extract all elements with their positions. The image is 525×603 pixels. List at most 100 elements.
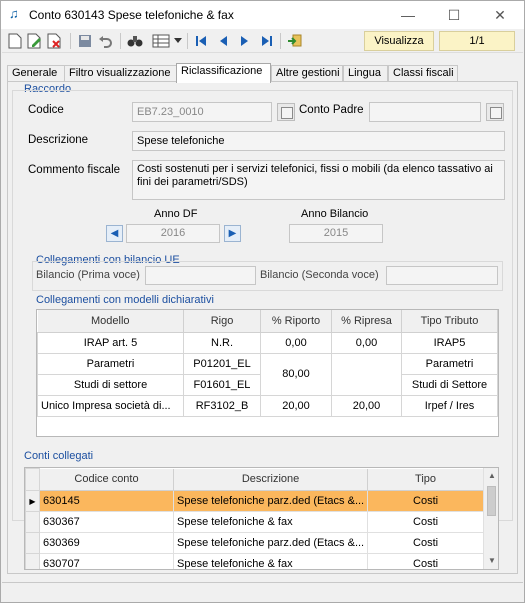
scroll-down-icon[interactable]: ▼ [484,553,498,569]
col-ripresa[interactable]: % Ripresa [331,310,402,333]
conto-padre-lookup-button[interactable] [486,103,504,121]
cell-codice-conto[interactable]: 630145 [39,490,174,512]
conti-header-row: Codice conto Descrizione Tipo [25,468,484,491]
cell-modello[interactable]: Unico Impresa società di... [37,394,184,417]
row-indicator [25,511,40,533]
cell-tipo-tributo[interactable]: Irpef / Ires [401,394,498,417]
anno-df-prev-button[interactable]: ◀ [106,225,123,242]
tab-generale[interactable]: Generale [7,65,65,82]
cell-descrizione[interactable]: Spese telefoniche & fax [172,511,369,533]
anno-bilancio-label: Anno Bilancio [301,208,369,220]
table-row[interactable]: IRAP art. 5 N.R. 0,00 0,00 IRAP5 [37,331,498,354]
chevron-down-icon[interactable] [173,32,183,50]
bilancio-seconda-field[interactable] [386,266,498,285]
col-rigo[interactable]: Rigo [183,310,261,333]
save-icon[interactable] [76,32,94,50]
tab-filtro-visualizzazione[interactable]: Filtro visualizzazione [64,65,177,82]
bilancio-prima-field[interactable] [145,266,256,285]
edit-document-icon[interactable] [26,32,44,50]
minimize-button[interactable]: — [385,3,431,27]
next-record-icon[interactable] [236,32,254,50]
cell-tipo-tributo[interactable]: Studi di Settore [401,373,498,396]
anno-df-next-button[interactable]: ▶ [224,225,241,242]
cell-riporto[interactable]: 20,00 [260,394,332,417]
table-row[interactable]: 630367 Spese telefoniche & fax Costi [25,511,484,533]
cell-ripresa[interactable]: 0,00 [331,331,402,354]
table-row[interactable]: Unico Impresa società di... RF3102_B 20,… [37,394,498,417]
toolbar-separator [70,33,71,49]
codice-field[interactable]: EB7.23_0010 [132,102,272,122]
anno-df-label: Anno DF [154,208,198,220]
cell-rigo[interactable]: N.R. [183,331,261,354]
row-indicator-header [25,468,40,491]
cell-codice-conto[interactable]: 630367 [39,511,174,533]
commento-fiscale-label: Commento fiscale [28,164,121,176]
table-row[interactable]: 630707 Spese telefoniche & fax Costi [25,553,484,569]
cell-riporto[interactable]: 0,00 [260,331,332,354]
grid-view-icon[interactable] [150,32,172,50]
col-tipo-tributo[interactable]: Tipo Tributo [401,310,498,333]
undo-icon[interactable] [96,32,114,50]
tab-riclassificazione[interactable]: Riclassificazione [176,63,271,83]
table-row[interactable]: 630369 Spese telefoniche parz.ded (Etacs… [25,532,484,554]
cell-descrizione[interactable]: Spese telefoniche parz.ded (Etacs &... [172,490,369,512]
conti-scrollbar[interactable]: ▲ ▼ [483,468,498,569]
first-record-icon[interactable] [192,32,210,50]
tab-altre-gestioni[interactable]: Altre gestioni [271,65,343,82]
cell-ripresa[interactable] [331,352,402,396]
cell-modello[interactable]: IRAP art. 5 [37,331,184,354]
maximize-button[interactable]: ☐ [431,3,477,27]
close-button[interactable]: ✕ [477,3,523,27]
toolbar: Visualizza 1/1 [2,29,523,53]
codice-label: Codice [28,104,64,116]
col-codice-conto[interactable]: Codice conto [39,468,174,491]
cell-codice-conto[interactable]: 630369 [39,532,174,554]
cell-rigo[interactable]: RF3102_B [183,394,261,417]
cell-ripresa[interactable]: 20,00 [331,394,402,417]
commento-fiscale-field[interactable]: Costi sostenuti per i servizi telefonici… [132,160,505,200]
cell-modello[interactable]: Parametri [37,352,184,375]
toolbar-separator [120,33,121,49]
cell-riporto[interactable]: 80,00 [260,352,332,396]
title-bar: ♫ Conto 630143 Spese telefoniche & fax —… [1,1,524,29]
cell-tipo[interactable]: Costi [367,532,484,554]
row-selected-indicator-icon: ▶ [25,490,40,512]
delete-document-icon[interactable] [46,32,64,50]
cell-rigo[interactable]: P01201_EL [183,352,261,375]
scroll-thumb[interactable] [487,486,496,516]
cell-tipo[interactable]: Costi [367,553,484,569]
cell-modello[interactable]: Studi di settore [37,373,184,396]
row-indicator [25,553,40,569]
last-record-icon[interactable] [258,32,276,50]
col-tipo[interactable]: Tipo [367,468,484,491]
cell-tipo-tributo[interactable]: IRAP5 [401,331,498,354]
conto-padre-field[interactable] [369,102,481,122]
export-icon[interactable] [286,32,304,50]
cell-tipo-tributo[interactable]: Parametri [401,352,498,375]
table-row-selected[interactable]: ▶ 630145 Spese telefoniche parz.ded (Eta… [25,490,484,512]
cell-codice-conto[interactable]: 630707 [39,553,174,569]
col-modello[interactable]: Modello [37,310,184,333]
music-note-icon: ♫ [9,6,19,21]
previous-record-icon[interactable] [214,32,232,50]
col-descrizione[interactable]: Descrizione [173,468,369,491]
codice-lookup-button[interactable] [277,103,295,121]
anno-bilancio-field[interactable]: 2015 [289,224,383,243]
cell-tipo[interactable]: Costi [367,490,484,512]
bilancio-seconda-label: Bilancio (Seconda voce) [260,269,379,281]
new-document-icon[interactable] [6,32,24,50]
table-row[interactable]: Parametri P01201_EL 80,00 Parametri [37,352,498,396]
scroll-up-icon[interactable]: ▲ [484,468,498,484]
tab-classi-fiscali[interactable]: Classi fiscali [388,65,458,82]
conti-collegati-table: Codice conto Descrizione Tipo ▶ 630145 S… [24,467,499,570]
cell-descrizione[interactable]: Spese telefoniche & fax [172,553,369,569]
anno-df-field[interactable]: 2016 [126,224,220,243]
col-riporto[interactable]: % Riporto [260,310,332,333]
descrizione-field[interactable]: Spese telefoniche [132,131,505,151]
cell-tipo[interactable]: Costi [367,511,484,533]
binoculars-icon[interactable] [126,32,144,50]
conti-collegati-title: Conti collegati [24,450,94,462]
cell-descrizione[interactable]: Spese telefoniche parz.ded (Etacs &... [172,532,369,554]
tab-lingua[interactable]: Lingua [343,65,388,82]
cell-rigo[interactable]: F01601_EL [183,373,261,396]
